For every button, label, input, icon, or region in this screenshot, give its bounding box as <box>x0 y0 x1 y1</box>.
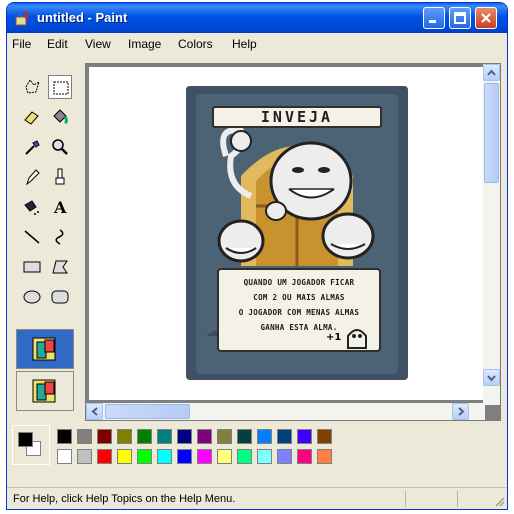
palette-color-swatch[interactable] <box>297 429 312 444</box>
palette-color-swatch[interactable] <box>177 429 192 444</box>
palette-color-swatch[interactable] <box>57 449 72 464</box>
card-text-line-3: O JOGADOR COM MENAS ALMAS <box>238 308 360 317</box>
palette-color-swatch[interactable] <box>137 449 152 464</box>
palette-color-swatch[interactable] <box>257 449 272 464</box>
palette-color-swatch[interactable] <box>237 449 252 464</box>
current-colors[interactable] <box>12 425 50 465</box>
status-bar: For Help, click Help Topics on the Help … <box>7 487 507 509</box>
menu-file[interactable]: File <box>12 37 31 51</box>
menu-view[interactable]: View <box>85 37 111 51</box>
status-separator <box>457 491 458 507</box>
palette-color-swatch[interactable] <box>57 429 72 444</box>
color-palette <box>12 425 352 469</box>
palette-color-swatch[interactable] <box>97 449 112 464</box>
palette-color-swatch[interactable] <box>97 429 112 444</box>
palette-color-swatch[interactable] <box>137 429 152 444</box>
canvas-area: INVEJA QUANDO UM JOGADOR FICAR COM 2 OU … <box>85 63 501 421</box>
palette-color-swatch[interactable] <box>157 429 172 444</box>
palette-color-swatch[interactable] <box>297 449 312 464</box>
palette-color-swatch[interactable] <box>237 429 252 444</box>
card-bonus-label: +1 <box>326 332 342 343</box>
menu-help[interactable]: Help <box>232 37 257 51</box>
window-title: untitled - Paint <box>37 10 128 25</box>
line-icon[interactable] <box>20 225 44 249</box>
magnifier-icon[interactable] <box>48 135 72 159</box>
brush-icon[interactable] <box>48 165 72 189</box>
drawing-canvas[interactable]: INVEJA QUANDO UM JOGADOR FICAR COM 2 OU … <box>89 67 485 400</box>
scroll-down-button[interactable] <box>483 369 500 386</box>
soul-ghost-icon <box>347 329 367 349</box>
palette-color-swatch[interactable] <box>277 449 292 464</box>
minimize-button[interactable] <box>423 7 445 29</box>
close-button[interactable] <box>475 7 497 29</box>
palette-color-swatch[interactable] <box>317 429 332 444</box>
curve-icon[interactable] <box>48 225 72 249</box>
menu-colors[interactable]: Colors <box>178 37 213 51</box>
menu-bar: File Edit View Image Colors Help <box>7 33 507 53</box>
card-text-line-1: QUANDO UM JOGADOR FICAR <box>243 278 355 287</box>
polygon-icon[interactable] <box>48 255 72 279</box>
rounded-rectangle-icon[interactable] <box>48 285 72 309</box>
menu-edit[interactable]: Edit <box>47 37 68 51</box>
toolbox: A <box>10 71 82 411</box>
palette-color-swatch[interactable] <box>277 429 292 444</box>
status-separator <box>405 491 406 507</box>
title-bar[interactable]: untitled - Paint <box>7 3 507 33</box>
text-icon[interactable]: A <box>48 195 72 219</box>
resize-grip-icon[interactable] <box>493 495 505 507</box>
vertical-scrollbar[interactable] <box>483 64 500 405</box>
card-title: INVEJA <box>212 106 382 128</box>
airbrush-icon[interactable] <box>20 195 44 219</box>
scroll-up-button[interactable] <box>483 64 500 81</box>
rectangle-icon[interactable] <box>20 255 44 279</box>
palette-color-swatch[interactable] <box>77 429 92 444</box>
menu-image[interactable]: Image <box>128 37 161 51</box>
paint-app-icon[interactable] <box>14 9 31 26</box>
vertical-scroll-thumb[interactable] <box>484 83 499 183</box>
palette-color-swatch[interactable] <box>77 449 92 464</box>
select-icon[interactable] <box>48 75 72 99</box>
horizontal-scrollbar[interactable] <box>86 403 485 420</box>
card-text-line-2: COM 2 OU MAIS ALMAS <box>253 293 345 302</box>
palette-color-swatch[interactable] <box>177 449 192 464</box>
palette-color-swatch[interactable] <box>117 429 132 444</box>
pencil-icon[interactable] <box>20 165 44 189</box>
ellipse-icon[interactable] <box>20 285 44 309</box>
palette-color-swatch[interactable] <box>257 429 272 444</box>
palette-color-swatch[interactable] <box>197 449 212 464</box>
maximize-button[interactable] <box>449 7 471 29</box>
status-help-text: For Help, click Help Topics on the Help … <box>13 493 236 505</box>
pick-color-icon[interactable] <box>20 135 44 159</box>
eraser-icon[interactable] <box>20 105 44 129</box>
palette-color-swatch[interactable] <box>217 449 232 464</box>
fill-with-color-icon[interactable] <box>48 105 72 129</box>
horizontal-scroll-thumb[interactable] <box>105 404 190 419</box>
fill-style-opaque-option[interactable] <box>16 329 74 369</box>
inveja-card-image: INVEJA QUANDO UM JOGADOR FICAR COM 2 OU … <box>186 86 408 380</box>
palette-color-swatch[interactable] <box>317 449 332 464</box>
foreground-color[interactable] <box>18 432 33 447</box>
free-form-select-icon[interactable] <box>20 75 44 99</box>
svg-text:A: A <box>53 198 67 217</box>
fill-style-transparent-option[interactable] <box>16 371 74 411</box>
scroll-right-button[interactable] <box>452 403 469 420</box>
palette-color-swatch[interactable] <box>117 449 132 464</box>
palette-color-swatch[interactable] <box>197 429 212 444</box>
palette-color-swatch[interactable] <box>217 429 232 444</box>
scroll-left-button[interactable] <box>86 403 103 420</box>
palette-color-swatch[interactable] <box>157 449 172 464</box>
paint-window: untitled - Paint File Edit View Image Co… <box>6 2 508 510</box>
